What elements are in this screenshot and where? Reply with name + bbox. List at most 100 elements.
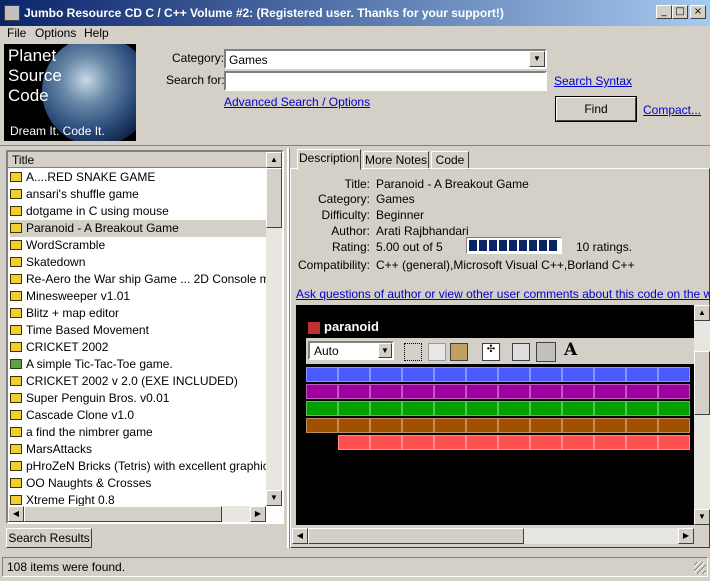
advanced-search-link[interactable]: Advanced Search / Options [224, 95, 370, 109]
list-item[interactable]: CRICKET 2002 [10, 339, 266, 356]
list-item[interactable]: Re-Aero the War ship Game ... 2D Console… [10, 271, 266, 288]
brick [626, 435, 658, 450]
results-list[interactable]: Title A....RED SNAKE GAME ansari's shuffl… [6, 150, 284, 524]
category-select[interactable]: Games ▼ [224, 49, 547, 69]
close-button[interactable]: × [690, 5, 706, 19]
list-item[interactable]: Cascade Clone v1.0 [10, 407, 266, 424]
list-item[interactable]: dotgame in C using mouse [10, 203, 266, 220]
list-item[interactable]: Skatedown [10, 254, 266, 271]
list-item[interactable]: WordScramble [10, 237, 266, 254]
brick [562, 367, 594, 382]
scroll-right-arrow-icon[interactable]: ▶ [678, 528, 694, 544]
scroll-down-arrow-icon[interactable]: ▼ [694, 509, 710, 525]
brick [434, 401, 466, 416]
list-item[interactable]: A simple Tic-Tac-Toe game. [10, 356, 266, 373]
list-item[interactable]: Super Penguin Bros. v0.01 [10, 390, 266, 407]
list-item-title: Paranoid - A Breakout Game [26, 221, 179, 235]
menu-file[interactable]: File [7, 26, 26, 40]
window-title: Jumbo Resource CD C / C++ Volume #2: (Re… [24, 6, 504, 20]
list-item[interactable]: ansari's shuffle game [10, 186, 266, 203]
tab-description[interactable]: Description [297, 149, 361, 170]
brick [658, 367, 690, 382]
properties-icon [512, 343, 530, 361]
results-hscrollbar[interactable]: ◀ ▶ [8, 506, 266, 522]
brick [466, 401, 498, 416]
detail-scroll-thumb[interactable] [694, 351, 710, 415]
brick [466, 435, 498, 450]
list-item-title: Skatedown [26, 255, 86, 269]
list-item-title: WordScramble [26, 238, 106, 252]
app-icon[interactable] [4, 5, 20, 21]
status-bar: 108 items were found. [2, 557, 708, 577]
list-item[interactable]: Paranoid - A Breakout Game [10, 220, 266, 237]
comments-link[interactable]: Ask questions of author or view other us… [296, 287, 710, 301]
list-item-title: Time Based Movement [26, 323, 149, 337]
list-item[interactable]: a find the nimbrer game [10, 424, 266, 441]
code-file-icon [10, 477, 22, 488]
menu-help[interactable]: Help [84, 26, 109, 40]
difficulty-label: Difficulty: [321, 208, 370, 222]
column-header-label: Title [12, 153, 35, 167]
logo-line-2: Source [8, 66, 62, 85]
title-bar: Jumbo Resource CD C / C++ Volume #2: (Re… [0, 0, 710, 26]
title-value: Paranoid - A Breakout Game [376, 177, 529, 191]
chevron-down-icon[interactable]: ▼ [529, 51, 545, 67]
brick [594, 367, 626, 382]
column-header-title[interactable]: Title [8, 152, 266, 168]
search-input[interactable] [224, 71, 547, 91]
zoom-select: Auto ▼ [308, 341, 394, 360]
brick [498, 367, 530, 382]
fullscreen-icon: ✣ [482, 343, 500, 361]
brick [402, 367, 434, 382]
brick [562, 418, 594, 433]
detail-vscrollbar[interactable]: ▲ ▼ [694, 305, 710, 525]
title-label: Title: [344, 177, 370, 191]
list-item-title: a find the nimbrer game [26, 425, 153, 439]
list-item-title: Re-Aero the War ship Game ... 2D Console… [26, 272, 266, 286]
code-file-icon [10, 222, 22, 233]
scroll-right-arrow-icon[interactable]: ▶ [250, 506, 266, 522]
brick [498, 384, 530, 399]
menu-options[interactable]: Options [35, 26, 76, 40]
list-item[interactable]: CRICKET 2002 v 2.0 (EXE INCLUDED) [10, 373, 266, 390]
paste-icon [450, 343, 468, 361]
scroll-down-arrow-icon[interactable]: ▼ [266, 490, 282, 506]
scroll-up-arrow-icon[interactable]: ▲ [694, 305, 710, 321]
compact-link[interactable]: Compact... [643, 103, 701, 117]
list-item[interactable]: Time Based Movement [10, 322, 266, 339]
author-label: Author: [331, 224, 370, 238]
detail-hscroll-thumb[interactable] [308, 528, 524, 544]
scroll-up-arrow-icon[interactable]: ▲ [266, 152, 282, 168]
brick [562, 401, 594, 416]
hscroll-thumb[interactable] [24, 506, 222, 522]
list-item-title: CRICKET 2002 v 2.0 (EXE INCLUDED) [26, 374, 238, 388]
brick [530, 435, 562, 450]
list-item[interactable]: OO Naughts & Crosses [10, 475, 266, 492]
app-window-icon [308, 321, 320, 334]
brick [626, 401, 658, 416]
results-vscrollbar[interactable]: ▲ ▼ [266, 152, 282, 506]
scroll-left-arrow-icon[interactable]: ◀ [8, 506, 24, 522]
scroll-thumb[interactable] [266, 168, 282, 228]
brick [658, 418, 690, 433]
list-item[interactable]: A....RED SNAKE GAME [10, 169, 266, 186]
list-item[interactable]: Blitz + map editor [10, 305, 266, 322]
brick [594, 401, 626, 416]
scroll-left-arrow-icon[interactable]: ◀ [292, 528, 308, 544]
find-button[interactable]: Find [555, 96, 637, 122]
detail-hscrollbar[interactable]: ◀ ▶ [292, 528, 694, 544]
minimize-button[interactable]: _ [656, 5, 672, 19]
brick [434, 367, 466, 382]
code-file-icon [10, 273, 22, 284]
list-item[interactable]: MarsAttacks [10, 441, 266, 458]
brick [402, 401, 434, 416]
list-item[interactable]: pHroZeN Bricks (Tetris) with excellent g… [10, 458, 266, 475]
background-icon [536, 342, 556, 362]
tab-search-results[interactable]: Search Results [6, 528, 92, 548]
list-item[interactable]: Minesweeper v1.01 [10, 288, 266, 305]
brick [434, 435, 466, 450]
search-syntax-link[interactable]: Search Syntax [554, 74, 632, 88]
maximize-button[interactable]: □ [672, 5, 688, 19]
brick [402, 418, 434, 433]
resize-grip-icon[interactable] [694, 562, 706, 574]
